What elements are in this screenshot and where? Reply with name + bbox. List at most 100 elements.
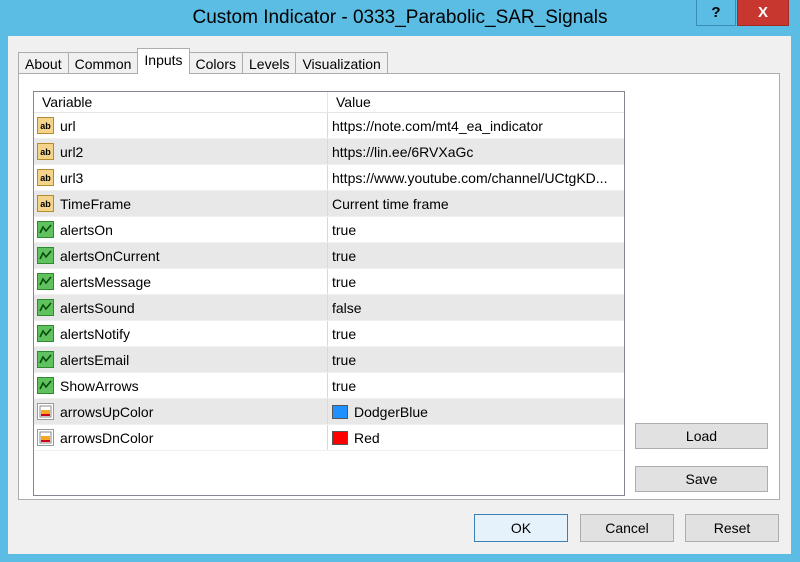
value-cell[interactable]: Current time frame <box>328 191 624 216</box>
dialog-client-area: About Common Inputs Colors Levels Visual… <box>8 36 791 554</box>
bool-icon <box>37 247 54 264</box>
variable-name: alertsNotify <box>60 325 131 342</box>
string-icon: ab <box>37 143 54 160</box>
table-row[interactable]: arrowsUpColor DodgerBlue <box>34 399 624 425</box>
variable-cell: ab TimeFrame <box>34 191 328 216</box>
table-row[interactable]: alertsOn true <box>34 217 624 243</box>
string-icon: ab <box>37 169 54 186</box>
load-button[interactable]: Load <box>635 423 768 449</box>
table-row[interactable]: ab url2 https://lin.ee/6RVXaGc <box>34 139 624 165</box>
bool-icon <box>37 325 54 342</box>
value-cell[interactable]: true <box>328 321 624 346</box>
tab-visualization[interactable]: Visualization <box>295 52 388 74</box>
value-cell[interactable]: https://note.com/mt4_ea_indicator <box>328 113 624 138</box>
string-icon: ab <box>37 117 54 134</box>
table-row[interactable]: alertsEmail true <box>34 347 624 373</box>
variable-name: arrowsDnColor <box>60 429 154 446</box>
column-header-value[interactable]: Value <box>328 92 624 112</box>
variable-name: url3 <box>60 169 84 186</box>
variable-cell: ab url2 <box>34 139 328 164</box>
bool-icon <box>37 377 54 394</box>
tab-about[interactable]: About <box>18 52 69 74</box>
variable-name: url <box>60 117 76 134</box>
variable-name: alertsEmail <box>60 351 130 368</box>
bool-icon <box>37 299 54 316</box>
tab-strip: About Common Inputs Colors Levels Visual… <box>18 48 388 74</box>
tab-levels[interactable]: Levels <box>242 52 297 74</box>
value-text: true <box>332 325 357 342</box>
table-row[interactable]: ShowArrows true <box>34 373 624 399</box>
variable-cell: ab url <box>34 113 328 138</box>
bool-icon <box>37 221 54 238</box>
variable-cell: ab url3 <box>34 165 328 190</box>
variable-name: alertsSound <box>60 299 135 316</box>
value-text: DodgerBlue <box>354 403 428 420</box>
value-cell[interactable]: Red <box>328 425 624 450</box>
value-text: false <box>332 299 362 316</box>
table-row[interactable]: arrowsDnColor Red <box>34 425 624 451</box>
variable-cell: alertsNotify <box>34 321 328 346</box>
reset-button[interactable]: Reset <box>685 514 779 542</box>
table-row[interactable]: alertsSound false <box>34 295 624 321</box>
value-text: true <box>332 273 357 290</box>
save-button[interactable]: Save <box>635 466 768 492</box>
variable-cell: alertsSound <box>34 295 328 320</box>
variable-cell: arrowsDnColor <box>34 425 328 450</box>
table-row[interactable]: alertsMessage true <box>34 269 624 295</box>
variable-name: alertsOn <box>60 221 113 238</box>
table-body: ab url https://note.com/mt4_ea_indicator ab… <box>34 113 624 451</box>
variable-name: alertsMessage <box>60 273 152 290</box>
variable-name: url2 <box>60 143 84 160</box>
table-row[interactable]: alertsNotify true <box>34 321 624 347</box>
value-text: true <box>332 221 357 238</box>
tab-common[interactable]: Common <box>67 52 139 74</box>
variable-name: arrowsUpColor <box>60 403 154 420</box>
string-icon: ab <box>37 195 54 212</box>
table-header: Variable Value <box>34 92 624 113</box>
value-text: true <box>332 247 357 264</box>
color-swatch <box>332 404 348 419</box>
value-cell[interactable]: https://lin.ee/6RVXaGc <box>328 139 624 164</box>
value-cell[interactable]: false <box>328 295 624 320</box>
dialog-window: Custom Indicator - 0333_Parabolic_SAR_Si… <box>0 0 800 562</box>
inputs-panel: Variable Value ab url https://note.com/mt4… <box>18 73 780 500</box>
tab-inputs[interactable]: Inputs <box>137 48 190 74</box>
table-row[interactable]: ab url3 https://www.youtube.com/channel/UC… <box>34 165 624 191</box>
value-text: https://note.com/mt4_ea_indicator <box>332 117 543 134</box>
help-button[interactable]: ? <box>696 0 736 26</box>
variable-cell: alertsMessage <box>34 269 328 294</box>
value-cell[interactable]: true <box>328 347 624 372</box>
window-title: Custom Indicator - 0333_Parabolic_SAR_Si… <box>192 7 608 28</box>
tab-colors[interactable]: Colors <box>188 52 243 74</box>
value-text: true <box>332 377 357 394</box>
cancel-button[interactable]: Cancel <box>580 514 674 542</box>
table-row[interactable]: alertsOnCurrent true <box>34 243 624 269</box>
table-row[interactable]: ab url https://note.com/mt4_ea_indicator <box>34 113 624 139</box>
value-cell[interactable]: true <box>328 243 624 268</box>
value-cell[interactable]: true <box>328 217 624 242</box>
variable-name: alertsOnCurrent <box>60 247 160 264</box>
value-cell[interactable]: DodgerBlue <box>328 399 624 424</box>
close-button[interactable]: X <box>737 0 789 26</box>
value-cell[interactable]: true <box>328 373 624 398</box>
variable-cell: alertsEmail <box>34 347 328 372</box>
value-text: true <box>332 351 357 368</box>
bool-icon <box>37 273 54 290</box>
value-cell[interactable]: true <box>328 269 624 294</box>
table-row[interactable]: ab TimeFrame Current time frame <box>34 191 624 217</box>
value-text: https://www.youtube.com/channel/UCtgKD..… <box>332 169 608 186</box>
value-text: Current time frame <box>332 195 449 212</box>
inputs-table: Variable Value ab url https://note.com/mt4… <box>33 91 625 496</box>
bool-icon <box>37 351 54 368</box>
variable-cell: ShowArrows <box>34 373 328 398</box>
column-header-variable[interactable]: Variable <box>34 92 328 112</box>
variable-cell: arrowsUpColor <box>34 399 328 424</box>
value-cell[interactable]: https://www.youtube.com/channel/UCtgKD..… <box>328 165 624 190</box>
ok-button[interactable]: OK <box>474 514 568 542</box>
title-bar: Custom Indicator - 0333_Parabolic_SAR_Si… <box>0 0 800 36</box>
color-icon <box>37 429 54 446</box>
color-icon <box>37 403 54 420</box>
value-text: Red <box>354 429 380 446</box>
value-text: https://lin.ee/6RVXaGc <box>332 143 474 160</box>
variable-name: ShowArrows <box>60 377 139 394</box>
